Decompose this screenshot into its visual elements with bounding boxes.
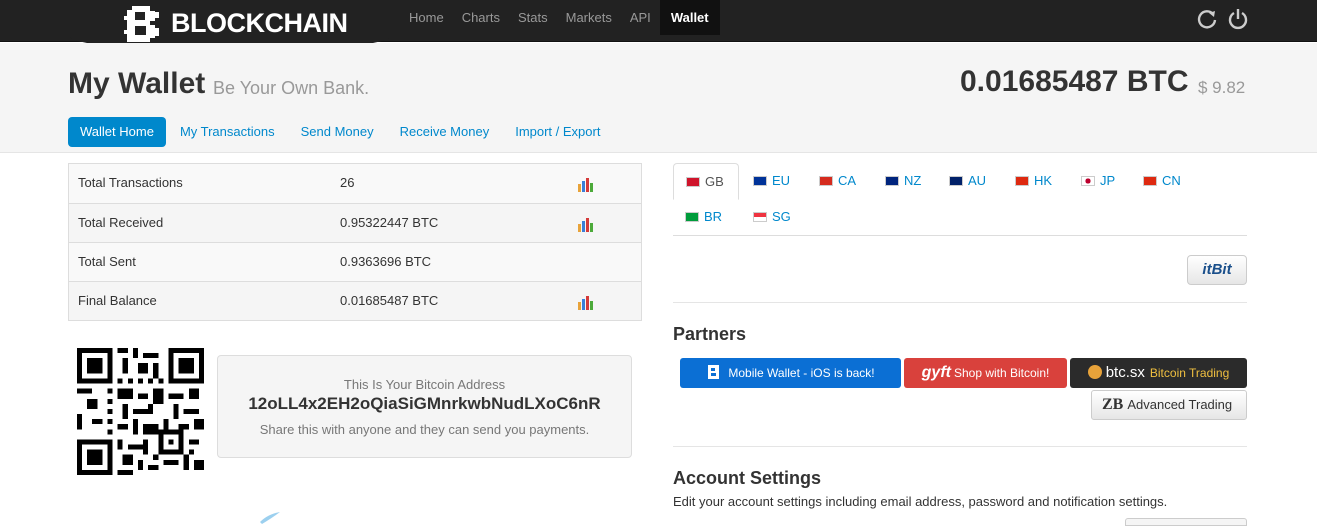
new-zealand-flag-icon: [885, 176, 899, 186]
nav-markets[interactable]: Markets: [557, 0, 621, 35]
currency-code: CN: [1162, 173, 1181, 188]
stat-value: 0.95322447 BTC: [340, 215, 439, 230]
bitcoin-address-panel: This Is Your Bitcoin Address 12oLL4x2EH2…: [217, 355, 632, 458]
stat-value: 26: [340, 175, 355, 190]
wallet-tabs: Wallet Home My Transactions Send Money R…: [68, 117, 614, 147]
brazil-flag-icon: [685, 212, 699, 222]
btcsx-logo: btc.sx: [1105, 364, 1145, 381]
hong-kong-flag-icon: [1015, 176, 1029, 186]
partners-heading: Partners: [673, 324, 747, 344]
nav-wallet[interactable]: Wallet: [659, 0, 720, 35]
currency-code: GB: [705, 174, 724, 189]
divider: [673, 446, 1247, 447]
advanced-trading-button[interactable]: ZB Advanced Trading: [1091, 390, 1247, 420]
address-label: This Is Your Bitcoin Address: [343, 377, 506, 392]
eu-flag-icon: [753, 176, 767, 186]
currency-code: AU: [968, 173, 987, 188]
gyft-button[interactable]: gyft Shop with Bitcoin!: [904, 358, 1067, 388]
currency-tab-cn[interactable]: CN: [1131, 163, 1181, 199]
japan-flag-icon: [1081, 176, 1095, 186]
singapore-flag-icon: [753, 212, 767, 222]
advanced-trading-label: Advanced Trading: [1127, 397, 1233, 412]
divider: [673, 302, 1247, 303]
china-flag-icon: [1143, 176, 1157, 186]
australia-flag-icon: [949, 176, 963, 186]
table-row: Total Transactions 26: [69, 164, 641, 203]
btcsx-label: Bitcoin Trading: [1149, 366, 1230, 380]
page-subtitle: Be Your Own Bank.: [213, 78, 370, 98]
tab-send-money[interactable]: Send Money: [289, 117, 386, 147]
currency-code: JP: [1100, 173, 1116, 188]
mobile-wallet-label: Mobile Wallet - iOS is back!: [728, 366, 875, 380]
bar-chart-icon[interactable]: [578, 178, 594, 192]
nav-stats[interactable]: Stats: [509, 0, 557, 35]
currency-code: NZ: [904, 173, 922, 188]
coin-icon: [1087, 365, 1102, 379]
zb-logo: ZB: [1102, 396, 1124, 413]
page-header: My Wallet Be Your Own Bank. 0.01685487 B…: [0, 43, 1317, 153]
twitter-icon[interactable]: [258, 512, 282, 524]
btc-balance: 0.01685487 BTC: [960, 65, 1189, 98]
tab-my-transactions[interactable]: My Transactions: [168, 117, 287, 147]
refresh-icon[interactable]: [1196, 8, 1218, 30]
table-row: Final Balance 0.01685487 BTC: [69, 281, 641, 320]
tab-receive-money[interactable]: Receive Money: [388, 117, 502, 147]
currency-code: SG: [772, 209, 791, 224]
blockchain-b-icon: [708, 365, 720, 379]
currency-tab-au[interactable]: AU: [937, 163, 986, 199]
bar-chart-icon[interactable]: [578, 218, 594, 232]
currency-code: HK: [1034, 173, 1053, 188]
account-settings-description: Edit your account settings including ema…: [673, 494, 1168, 509]
currency-tab-br[interactable]: BR: [673, 199, 722, 235]
account-settings-button[interactable]: [1125, 518, 1247, 526]
canada-flag-icon: [819, 176, 833, 186]
stat-label: Total Sent: [78, 254, 136, 269]
bitcoin-address[interactable]: 12oLL4x2EH2oQiaSiGMnrkwbNudLXoC6nR: [218, 394, 631, 414]
page-title: My Wallet: [68, 67, 206, 100]
currency-tab-gb[interactable]: GB: [673, 163, 739, 200]
address-hint: Share this with anyone and they can send…: [259, 422, 590, 437]
gyft-label: Shop with Bitcoin!: [953, 366, 1050, 380]
stat-label: Final Balance: [78, 293, 157, 308]
stat-value: 0.9363696 BTC: [340, 254, 432, 269]
currency-tab-eu[interactable]: EU: [741, 163, 790, 199]
currency-code: BR: [704, 209, 723, 224]
top-navbar: BLOCKCHAIN Home Charts Stats Markets API…: [0, 0, 1317, 46]
blockchain-logo-icon[interactable]: [124, 4, 162, 44]
wallet-stats-table: Total Transactions 26 Total Received 0.9…: [68, 163, 642, 321]
fiat-balance: $ 9.82: [1198, 78, 1246, 97]
main-nav: Home Charts Stats Markets API Wallet: [400, 0, 720, 35]
power-icon[interactable]: [1227, 8, 1249, 30]
itbit-button[interactable]: itBit: [1187, 255, 1247, 285]
nav-home[interactable]: Home: [400, 0, 453, 35]
qr-code: [77, 348, 204, 475]
tab-wallet-home[interactable]: Wallet Home: [68, 117, 166, 147]
btcsx-button[interactable]: btc.sx Bitcoin Trading: [1070, 358, 1247, 388]
currency-tabs: GB EU CA NZ AU HK JP CN BR SG: [673, 163, 1247, 236]
nav-api[interactable]: API: [621, 0, 660, 35]
stat-label: Total Received: [78, 215, 164, 230]
nav-charts[interactable]: Charts: [453, 0, 509, 35]
logo-text[interactable]: BLOCKCHAIN: [171, 8, 348, 39]
currency-tab-ca[interactable]: CA: [807, 163, 856, 199]
table-row: Total Received 0.95322447 BTC: [69, 203, 641, 242]
currency-tab-jp[interactable]: JP: [1069, 163, 1115, 199]
stat-label: Total Transactions: [78, 175, 183, 190]
currency-tab-sg[interactable]: SG: [741, 199, 791, 235]
gyft-logo: gyft: [921, 364, 951, 381]
account-settings-heading: Account Settings: [673, 468, 822, 488]
currency-tab-hk[interactable]: HK: [1003, 163, 1052, 199]
tab-import-export[interactable]: Import / Export: [503, 117, 612, 147]
bar-chart-icon[interactable]: [578, 296, 594, 310]
currency-code: EU: [772, 173, 791, 188]
uk-flag-icon: [686, 177, 700, 187]
table-row: Total Sent 0.9363696 BTC: [69, 242, 641, 281]
mobile-wallet-button[interactable]: Mobile Wallet - iOS is back!: [680, 358, 901, 388]
stat-value: 0.01685487 BTC: [340, 293, 439, 308]
currency-tab-nz[interactable]: NZ: [873, 163, 921, 199]
currency-code: CA: [838, 173, 857, 188]
